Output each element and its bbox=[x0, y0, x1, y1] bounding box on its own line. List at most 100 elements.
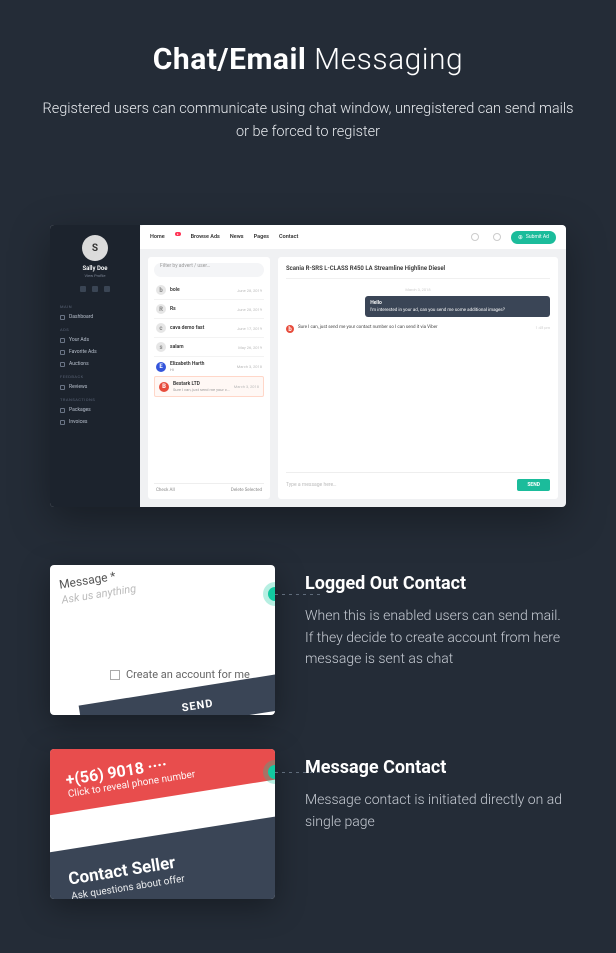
hammer-icon bbox=[60, 362, 65, 367]
section-transactions: TRANSACTIONS bbox=[50, 393, 105, 404]
social-icons bbox=[80, 286, 110, 292]
title-rest: Messaging bbox=[306, 42, 463, 77]
conversation-item[interactable]: R Rs June 28, 2019 bbox=[154, 299, 264, 318]
feature-title: Logged Out Contact bbox=[305, 573, 566, 594]
conversation-panel: Filter by advert / user… bbole June 28, 2… bbox=[148, 257, 270, 499]
chat-title: Scania R-SRS L-CLASS R450 LA Streamline … bbox=[286, 265, 550, 279]
nav-auctions[interactable]: Auctions bbox=[50, 358, 140, 370]
conv-avatar: E bbox=[156, 362, 166, 372]
msg-time: 1:45 pm bbox=[536, 325, 550, 333]
check-all[interactable]: Check All bbox=[156, 488, 175, 493]
avatar[interactable]: S bbox=[82, 235, 108, 261]
delete-selected[interactable]: Delete Selected bbox=[231, 488, 262, 493]
social-icon[interactable] bbox=[80, 286, 86, 292]
nav-dashboard[interactable]: Dashboard bbox=[50, 311, 140, 323]
marker-dot bbox=[268, 587, 275, 601]
nav-label: Favorite Ads bbox=[69, 349, 97, 355]
nav-pages[interactable]: Pages bbox=[254, 234, 269, 240]
marker-dot bbox=[268, 765, 275, 779]
conv-date: May 26, 2019 bbox=[238, 345, 262, 350]
msg-out-body: Sure I can, just send me your contact nu… bbox=[298, 325, 438, 333]
outgoing-message: b Sure I can, just send me your contact … bbox=[286, 325, 550, 333]
package-icon bbox=[60, 408, 65, 413]
create-account-checkbox[interactable]: Create an account for me bbox=[110, 668, 250, 681]
conv-name: salam bbox=[170, 344, 234, 350]
nav-browse[interactable]: Browse Ads bbox=[191, 234, 220, 240]
msg-body: I'm interested in your ad, can you send … bbox=[370, 308, 545, 313]
nav-label: Your Ads bbox=[69, 337, 89, 343]
user-sub[interactable]: View Profile bbox=[84, 273, 105, 278]
conversation-item[interactable]: ssalam May 26, 2019 bbox=[154, 337, 264, 356]
user-name: Sally Doe bbox=[82, 265, 107, 272]
nav-news[interactable]: News bbox=[230, 234, 244, 240]
star-icon bbox=[60, 385, 65, 390]
checkbox-icon bbox=[110, 670, 120, 680]
dashboard-icon bbox=[60, 315, 65, 320]
conv-avatar: R bbox=[156, 304, 166, 314]
home-badge: ● bbox=[175, 232, 181, 236]
section-main: MAIN bbox=[50, 300, 82, 311]
ads-icon bbox=[60, 338, 65, 343]
conv-avatar: B bbox=[159, 382, 169, 392]
nav-packages[interactable]: Packages bbox=[50, 404, 140, 416]
conv-name: bole bbox=[170, 287, 233, 293]
chat-date: March 3, 2018 bbox=[286, 287, 550, 292]
message-contact-card: +(56) 9018 ···· Click to reveal phone nu… bbox=[50, 749, 275, 899]
nav-label: Reviews bbox=[69, 384, 87, 390]
conv-date: March 3, 2018 bbox=[234, 384, 259, 389]
nav-label: Dashboard bbox=[69, 314, 93, 320]
conversation-item[interactable]: EElizabeth HarthHiMarch 3, 2018 bbox=[154, 356, 264, 376]
connector-line bbox=[275, 772, 323, 773]
nav-invoices[interactable]: Invoices bbox=[50, 416, 140, 428]
filter-input[interactable]: Filter by advert / user… bbox=[154, 263, 264, 277]
connector-line bbox=[275, 594, 323, 595]
conv-date: June 28, 2019 bbox=[237, 307, 262, 312]
submit-label: Submit Ad bbox=[526, 234, 549, 240]
checkbox-label: Create an account for me bbox=[126, 668, 250, 681]
social-icon[interactable] bbox=[92, 286, 98, 292]
contact-seller[interactable]: Contact Seller Ask questions about offer bbox=[50, 812, 275, 899]
topbar: Home ● Browse Ads News Pages Contact ⊕Su… bbox=[140, 225, 566, 249]
chat-panel: Scania R-SRS L-CLASS R450 LA Streamline … bbox=[278, 257, 558, 499]
feature-body: When this is enabled users can send mail… bbox=[305, 606, 566, 671]
nav-favorite-ads[interactable]: Favorite Ads bbox=[50, 346, 140, 358]
social-icon[interactable] bbox=[104, 286, 110, 292]
section-feedback: FEEDBACK bbox=[50, 370, 94, 381]
chat-input[interactable]: Type a message here… bbox=[286, 482, 511, 488]
submit-ad-button[interactable]: ⊕Submit Ad bbox=[511, 231, 556, 244]
feature-title: Message Contact bbox=[305, 757, 566, 778]
incoming-message: Hello I'm interested in your ad, can you… bbox=[365, 296, 550, 317]
nav-label: Invoices bbox=[69, 419, 87, 425]
conversation-item[interactable]: BBestark LTDSure I can, just send me you… bbox=[154, 376, 264, 397]
nav-label: Auctions bbox=[69, 361, 89, 367]
settings-icon[interactable] bbox=[493, 233, 501, 241]
chat-send-button[interactable]: SEND bbox=[517, 479, 550, 491]
dashboard-preview: S Sally Doe View Profile MAIN Dashboard … bbox=[50, 225, 566, 507]
nav-contact[interactable]: Contact bbox=[279, 234, 298, 240]
logged-out-card: Message * Ask us anything Create an acco… bbox=[50, 565, 275, 715]
notif-icon[interactable] bbox=[471, 233, 479, 241]
conv-sub: Sure I can, just send me your contact nu… bbox=[173, 387, 230, 392]
conversation-item[interactable]: ccava demo fastJune 17, 2019 bbox=[154, 318, 264, 337]
conv-sub: Hi bbox=[170, 367, 233, 372]
conv-date: June 17, 2019 bbox=[237, 326, 262, 331]
nav-home[interactable]: Home bbox=[150, 234, 165, 240]
msg-hello: Hello bbox=[370, 300, 545, 306]
nav-your-ads[interactable]: Your Ads bbox=[50, 334, 140, 346]
phone-reveal[interactable]: +(56) 9018 ···· Click to reveal phone nu… bbox=[50, 749, 275, 820]
nav-label: Packages bbox=[69, 407, 91, 413]
dashboard-sidebar: S Sally Doe View Profile MAIN Dashboard … bbox=[50, 225, 140, 507]
conversation-list: bbole June 28, 2019 R Rs June 28, 2019 ccava … bbox=[154, 281, 264, 483]
section-ads: ADS bbox=[50, 323, 79, 334]
title-bold: Chat/Email bbox=[153, 42, 307, 77]
conv-date: June 28, 2019 bbox=[237, 288, 262, 293]
feature-body: Message contact is initiated directly on… bbox=[305, 790, 566, 833]
conversation-item[interactable]: bbole June 28, 2019 bbox=[154, 281, 264, 299]
invoice-icon bbox=[60, 420, 65, 425]
nav-reviews[interactable]: Reviews bbox=[50, 381, 140, 393]
conv-avatar: b bbox=[156, 285, 166, 295]
conv-date: March 3, 2018 bbox=[237, 364, 262, 369]
heart-icon bbox=[60, 350, 65, 355]
conv-name: Rs bbox=[170, 306, 233, 312]
conv-avatar: s bbox=[156, 342, 166, 352]
